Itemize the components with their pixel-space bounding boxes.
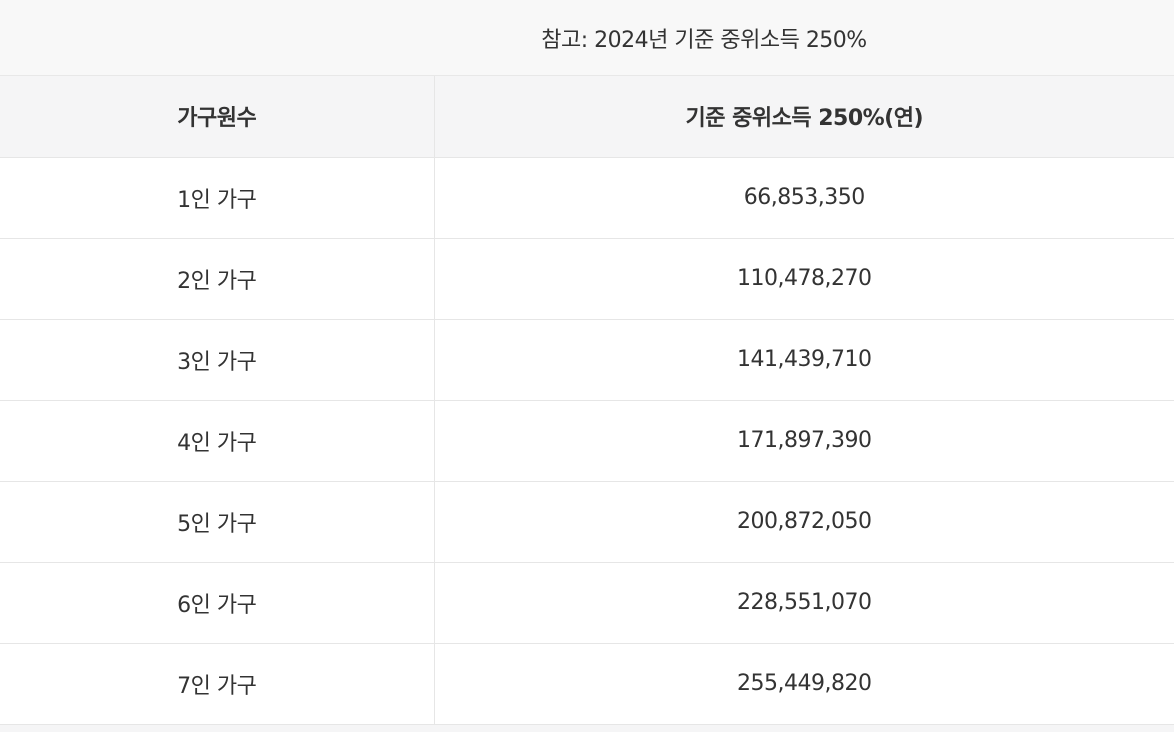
table-row: 5인 가구 200,872,050	[0, 481, 1174, 563]
table-header-row: 가구원수 기준 중위소득 250%(연)	[0, 76, 1174, 158]
table-row: 2인 가구 110,478,270	[0, 238, 1174, 320]
table-row: 7인 가구 255,449,820	[0, 643, 1174, 725]
income-cell: 255,449,820	[433, 643, 1174, 725]
table-caption: 참고: 2024년 기준 중위소득 250%	[0, 0, 1174, 76]
table-row: 6인 가구 228,551,070	[0, 562, 1174, 644]
header-median-income: 기준 중위소득 250%(연)	[433, 76, 1174, 158]
household-size-cell: 6인 가구	[0, 562, 434, 644]
table-row: 1인 가구 66,853,350	[0, 157, 1174, 239]
household-size-cell: 4인 가구	[0, 400, 434, 482]
household-size-cell: 2인 가구	[0, 238, 434, 320]
income-table: 가구원수 기준 중위소득 250%(연) 1인 가구 66,853,350 2인…	[0, 76, 1174, 725]
income-cell: 200,872,050	[433, 481, 1174, 563]
header-household-size: 가구원수	[0, 76, 434, 158]
household-size-cell: 3인 가구	[0, 319, 434, 401]
income-cell: 66,853,350	[433, 157, 1174, 239]
household-size-cell: 5인 가구	[0, 481, 434, 563]
table-bottom-divider	[0, 724, 1174, 732]
household-size-cell: 1인 가구	[0, 157, 434, 239]
household-size-cell: 7인 가구	[0, 643, 434, 725]
income-cell: 110,478,270	[433, 238, 1174, 320]
income-cell: 171,897,390	[433, 400, 1174, 482]
income-cell: 141,439,710	[433, 319, 1174, 401]
table-row: 4인 가구 171,897,390	[0, 400, 1174, 482]
income-cell: 228,551,070	[433, 562, 1174, 644]
table-row: 3인 가구 141,439,710	[0, 319, 1174, 401]
